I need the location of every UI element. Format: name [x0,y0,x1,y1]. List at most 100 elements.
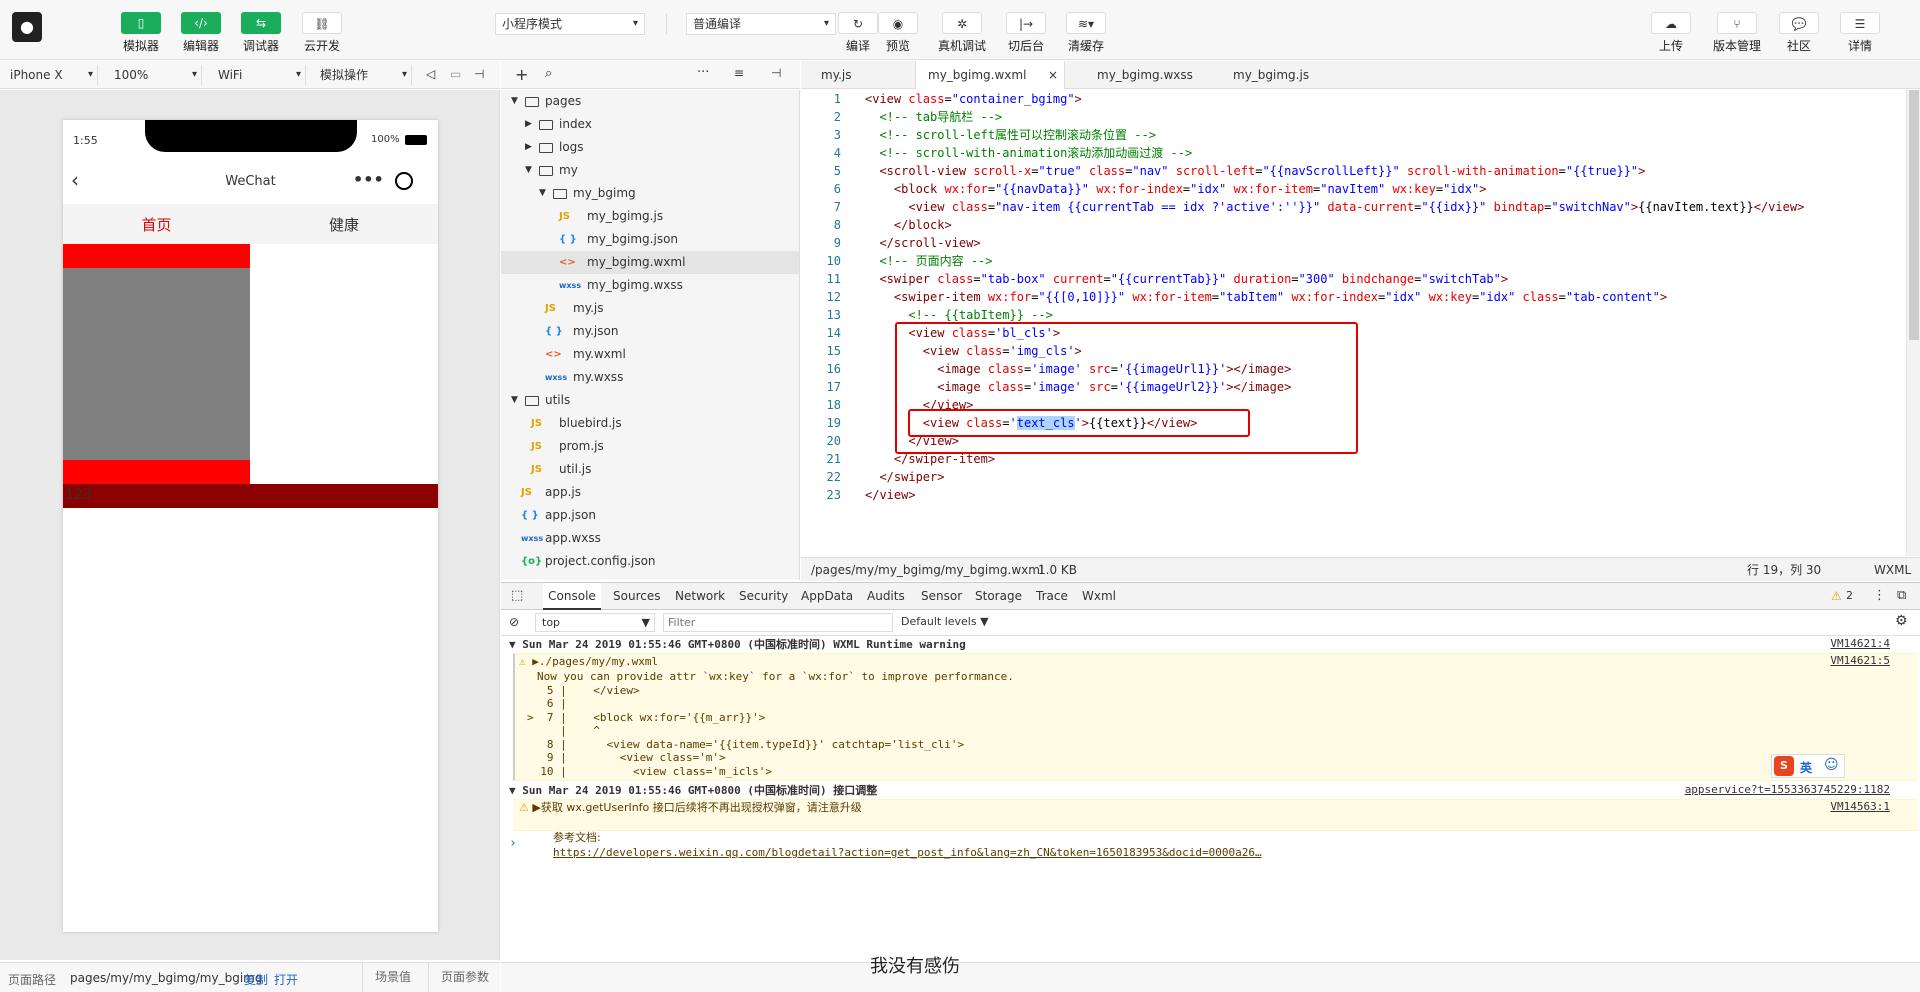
inspect-icon[interactable]: ⬚ [511,588,523,603]
cloud-dev-button[interactable]: ⛓ 云开发 [292,12,352,54]
details-button[interactable]: ☰ 详情 [1830,12,1890,54]
filter-input[interactable] [663,613,893,632]
editor-scrollbar[interactable] [1906,90,1920,556]
tree-item[interactable]: ▼ utils [501,389,799,412]
tree-item[interactable]: wxss app.wxss [501,527,799,550]
sort-icon[interactable]: ≡ [734,66,744,80]
remote-debug-button[interactable]: ✲ 真机调试 [932,12,992,54]
tab-security[interactable]: Security [739,583,788,610]
scene-button[interactable]: 场景值 [362,963,426,992]
debugger-button[interactable]: ⇆ 调试器 [231,12,291,54]
editor-button[interactable]: ‹/› 编辑器 [171,12,231,54]
chevron-right-icon[interactable]: ▶ [525,113,532,136]
console-prompt[interactable]: › [509,836,517,851]
params-button[interactable]: 页面参数 [428,963,500,992]
tree-item[interactable]: <> my.wxml [501,343,799,366]
status-language[interactable]: WXML [1874,558,1911,582]
tree-item[interactable]: { } my.json [501,320,799,343]
code-line[interactable]: </swiper> [865,468,944,486]
tree-item[interactable]: ▼ my [501,159,799,182]
tab-sources[interactable]: Sources [613,583,660,610]
upload-button[interactable]: ☁ 上传 [1641,12,1701,54]
tree-item[interactable]: wxss my.wxss [501,366,799,389]
tab-appdata[interactable]: AppData [801,583,853,610]
zoom-select[interactable]: 100% [106,65,202,85]
group2-source[interactable]: appservice?t=1553363745229:1182 [1685,783,1890,796]
copy-link[interactable]: 复制 [244,971,268,988]
tree-item[interactable]: JS app.js [501,481,799,504]
collapse-panel-icon[interactable]: ⊣ [771,66,781,80]
status-cursor[interactable]: 行 19，列 30 [1747,558,1821,582]
tab-sensor[interactable]: Sensor [921,583,962,610]
code-line[interactable]: <view class="container_bgimg"> [865,90,1082,108]
console-settings-icon[interactable]: ⚙ [1895,613,1908,629]
dock-icon[interactable]: ⧉ [1897,588,1906,603]
version-button[interactable]: ⑂ 版本管理 [1707,12,1767,54]
warning-1-file[interactable]: ⚠ ▶./pages/my/my.wxml [519,654,658,669]
switch-background-button[interactable]: |→ 切后台 [996,12,1056,54]
clear-console-icon[interactable]: ⊘ [509,615,519,629]
compile-select[interactable]: 普通编译 [686,13,836,35]
code-line[interactable]: </scroll-view> [865,234,980,252]
code-line[interactable]: <!-- scroll-with-animation滚动添加动画过渡 --> [865,144,1192,162]
tree-item[interactable]: { } my_bgimg.json [501,228,799,251]
detach-icon[interactable]: ⊣ [474,67,484,81]
tab-health[interactable]: 健康 [250,214,438,235]
tree-item[interactable]: JS my_bgimg.js [501,205,799,228]
sound-icon[interactable]: ◁ [426,67,435,81]
warning-count[interactable]: 2 [1846,589,1853,602]
warning-1-source[interactable]: VM14621:5 [1830,654,1890,667]
context-select[interactable]: top ▼ [535,613,655,632]
code-line[interactable]: </view> [865,486,916,504]
code-line[interactable]: <!-- 页面内容 --> [865,252,992,270]
operation-select[interactable]: 模拟操作 [312,65,412,85]
capsule-close-icon[interactable] [395,172,413,190]
more-icon[interactable]: ••• [353,170,384,189]
window-icon[interactable]: ▭ [450,67,461,81]
tab-trace[interactable]: Trace [1036,583,1068,610]
tree-item[interactable]: ▶ logs [501,136,799,159]
chevron-down-icon[interactable]: ▼ [511,90,518,113]
tree-item[interactable]: JS bluebird.js [501,412,799,435]
simulator-button[interactable]: ▯ 模拟器 [111,12,171,54]
tab-my-bgimg-wxml[interactable]: my_bgimg.wxml × [915,61,1065,89]
tab-console[interactable]: Console [543,583,601,610]
community-button[interactable]: 💬 社区 [1769,12,1829,54]
close-tab-icon[interactable]: × [1048,61,1058,89]
tree-item[interactable]: JS my.js [501,297,799,320]
devtools-menu-icon[interactable]: ⋮ [1873,588,1886,603]
clear-cache-button[interactable]: ≋▾ 清缓存 [1056,12,1116,54]
chevron-down-icon[interactable]: ▼ [511,389,518,412]
tree-item[interactable]: { } app.json [501,504,799,527]
tree-item[interactable]: JS prom.js [501,435,799,458]
add-file-icon[interactable]: + [515,65,528,84]
preview-button[interactable]: ◉ 预览 [868,12,928,54]
warning-2-source[interactable]: VM14563:1 [1830,800,1890,813]
tree-item[interactable]: ▼ my_bgimg [501,182,799,205]
tree-item[interactable]: ▶ index [501,113,799,136]
tab-home[interactable]: 首页 [63,214,250,235]
code-line[interactable]: <swiper class="tab-box" current="{{curre… [865,270,1508,288]
tab-network[interactable]: Network [675,583,725,610]
tab-wxml[interactable]: Wxml [1082,583,1116,610]
tree-item[interactable]: <> my_bgimg.wxml [501,251,799,274]
levels-select[interactable]: Default levels ▼ [901,615,989,628]
group1-title[interactable]: ▼ Sun Mar 24 2019 01:55:46 GMT+0800 (中国标… [509,637,966,652]
warning-icon[interactable]: ⚠ [1831,589,1842,603]
doc-link[interactable]: https://developers.weixin.qq.com/blogdet… [553,846,1262,859]
tree-item[interactable]: {o} project.config.json [501,550,799,573]
ime-indicator[interactable]: S 英 ☺ [1771,754,1845,778]
scrollbar-thumb[interactable] [1909,90,1919,340]
code-line[interactable]: <scroll-view scroll-x="true" class="nav"… [865,162,1645,180]
tab-audits[interactable]: Audits [867,583,905,610]
code-line[interactable]: <view class="nav-item {{currentTab == id… [865,198,1804,216]
search-icon[interactable]: ⌕ [545,66,552,81]
tree-item[interactable]: JS util.js [501,458,799,481]
network-select[interactable]: WiFi [210,65,306,85]
code-line[interactable]: <!-- scroll-left属性可以控制滚动条位置 --> [865,126,1156,144]
tree-item[interactable]: wxss my_bgimg.wxss [501,274,799,297]
group1-source[interactable]: VM14621:4 [1830,637,1890,650]
chevron-right-icon[interactable]: ▶ [525,136,532,159]
code-line[interactable]: <block wx:for="{{navData}}" wx:for-index… [865,180,1487,198]
mode-select[interactable]: 小程序模式 [495,13,645,35]
